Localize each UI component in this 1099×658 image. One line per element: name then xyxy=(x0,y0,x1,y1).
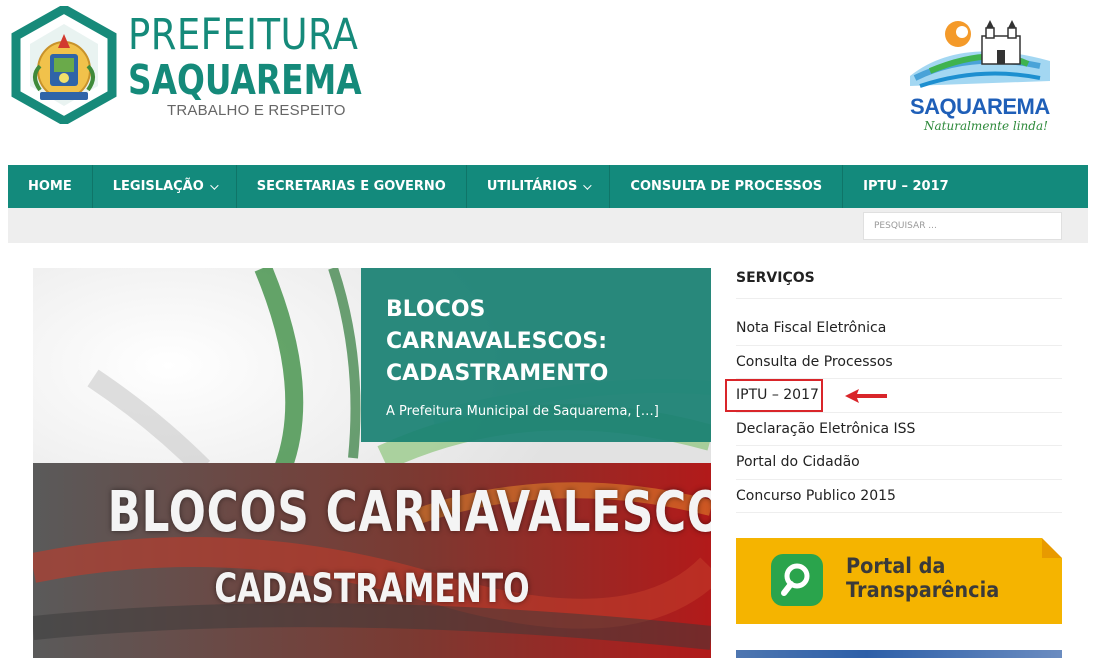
nav-iptu-label: IPTU – 2017 xyxy=(863,179,949,194)
featured-excerpt: A Prefeitura Municipal de Saquarema, […] xyxy=(386,404,659,419)
nav-utilitarios-label: UTILITÁRIOS xyxy=(486,179,578,194)
featured-card[interactable]: BLOCOS CARNAVALESCOS: CADASTRAMENTO A Pr… xyxy=(361,268,711,442)
link-portal-do-cidadao[interactable]: Portal do Cidadão xyxy=(736,454,860,470)
link-concurso-publico-2015[interactable]: Concurso Publico 2015 xyxy=(736,488,896,504)
list-item: Declaração Eletrônica ISS xyxy=(736,413,1062,446)
divider xyxy=(736,298,1062,299)
featured-title[interactable]: BLOCOS CARNAVALESCOS: CADASTRAMENTO xyxy=(386,294,686,390)
brand-name-line1: PREFEITURA xyxy=(128,10,359,60)
nav-secretarias-label: SECRETARIAS E GOVERNO xyxy=(256,179,446,194)
portal-transparencia-banner[interactable]: Portal da Transparência xyxy=(736,538,1062,624)
portal-transparencia-text: Portal da Transparência xyxy=(846,554,999,602)
nav-utilitarios[interactable]: UTILITÁRIOS xyxy=(467,165,611,208)
link-nota-fiscal-eletronica[interactable]: Nota Fiscal Eletrônica xyxy=(736,320,886,336)
list-item: Portal do Cidadão xyxy=(736,446,1062,480)
services-widget-title: SERVIÇOS xyxy=(736,270,815,286)
brand-name-line2: SAQUAREMA xyxy=(128,56,362,104)
nav-legislacao[interactable]: LEGISLAÇÃO xyxy=(93,165,237,208)
magnifier-icon xyxy=(771,554,823,606)
page-fold-corner xyxy=(1042,538,1062,558)
city-logo-slogan: Naturalmente linda! xyxy=(924,119,1048,133)
featured-post[interactable]: BLOCOS CARNAVALESCOS CADASTRAMENTO BLOCO… xyxy=(33,268,711,658)
search-input[interactable] xyxy=(863,212,1062,240)
featured-image-caption-line2: CADASTRAMENTO xyxy=(214,566,530,612)
list-item: Concurso Publico 2015 xyxy=(736,480,1062,513)
nav-home[interactable]: HOME xyxy=(8,165,93,208)
chevron-down-icon xyxy=(209,180,219,190)
brand-tagline: TRABALHO E RESPEITO xyxy=(167,102,346,119)
list-item: Nota Fiscal Eletrônica xyxy=(736,312,1062,346)
nav-secretarias-e-governo[interactable]: SECRETARIAS E GOVERNO xyxy=(237,165,467,208)
portal-transparencia-line1: Portal da xyxy=(846,554,946,578)
chevron-down-icon xyxy=(583,180,593,190)
link-declaracao-eletronica-iss[interactable]: Declaração Eletrônica ISS xyxy=(736,421,915,437)
nav-home-label: HOME xyxy=(28,179,72,194)
saquarema-city-logo[interactable]: SAQUAREMA Naturalmente linda! xyxy=(900,6,1060,140)
list-item: Consulta de Processos xyxy=(736,346,1062,379)
city-skyline-icon xyxy=(910,20,1050,88)
nav-consulta-label: CONSULTA DE PROCESSOS xyxy=(630,179,823,194)
city-logo-name: SAQUAREMA xyxy=(910,94,1050,119)
nav-consulta-de-processos[interactable]: CONSULTA DE PROCESSOS xyxy=(610,165,844,208)
link-consulta-de-processos[interactable]: Consulta de Processos xyxy=(736,354,893,370)
next-banner[interactable] xyxy=(736,650,1062,658)
coat-of-arms-icon xyxy=(11,6,117,124)
nav-iptu-2017[interactable]: IPTU – 2017 xyxy=(843,165,969,208)
main-navigation: HOME LEGISLAÇÃO SECRETARIAS E GOVERNO UT… xyxy=(8,165,1088,208)
portal-transparencia-line2: Transparência xyxy=(846,578,1000,602)
featured-image-caption-line1: BLOCOS CARNAVALESCOS xyxy=(107,480,711,545)
nav-legislacao-label: LEGISLAÇÃO xyxy=(112,179,204,194)
services-list: Nota Fiscal Eletrônica Consulta de Proce… xyxy=(736,312,1062,513)
highlight-annotation-box xyxy=(725,379,823,412)
prefeitura-logo[interactable]: PREFEITURA SAQUAREMA TRABALHO E RESPEITO xyxy=(10,6,362,124)
left-arrow-icon xyxy=(845,389,887,403)
